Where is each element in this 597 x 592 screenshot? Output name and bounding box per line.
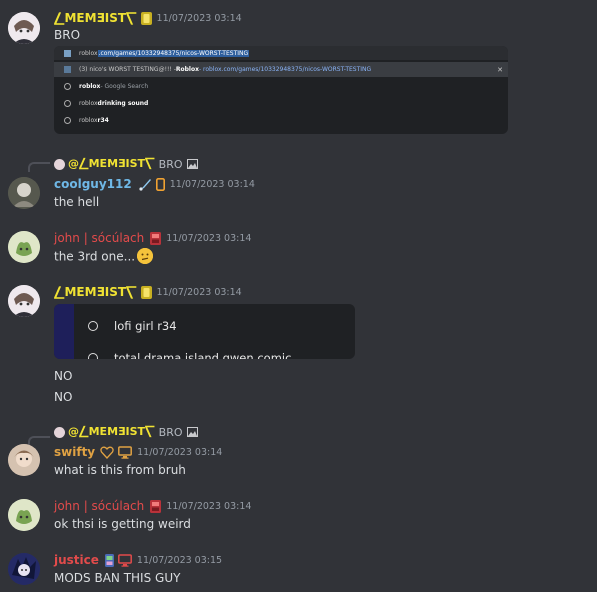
username[interactable]: justice bbox=[54, 553, 99, 567]
role-badge-icon bbox=[150, 231, 162, 245]
reply-preview[interactable]: @⎳MEMƎIST⎲ BRO bbox=[54, 157, 198, 171]
timestamp: 11/07/2023 03:14 bbox=[137, 446, 223, 458]
reply-username[interactable]: @⎳MEMƎIST⎲ bbox=[68, 157, 155, 171]
reply-preview[interactable]: @⎳MEMƎIST⎲ BRO bbox=[54, 425, 198, 439]
suggestion-plain: roblox bbox=[79, 117, 98, 124]
message-header: ⎳MEMƎIST⎲ 11/07/2023 03:14 bbox=[54, 10, 242, 26]
message-header: justice 11/07/2023 03:15 bbox=[54, 552, 222, 568]
tab-icon bbox=[64, 66, 71, 73]
username[interactable]: ⎳MEMƎIST⎲ bbox=[54, 11, 137, 26]
timestamp: 11/07/2023 03:14 bbox=[156, 286, 242, 298]
timestamp: 11/07/2023 03:14 bbox=[166, 500, 252, 512]
username[interactable]: john | sócúlach bbox=[54, 499, 144, 513]
avatar[interactable] bbox=[8, 444, 40, 476]
mobile-icon bbox=[155, 177, 165, 191]
suggestion-url: - roblox.com/games/10332948375/nicos-WOR… bbox=[198, 66, 372, 73]
role-badge-icon bbox=[140, 285, 152, 299]
confused-face-icon bbox=[137, 248, 154, 264]
username[interactable]: swifty bbox=[54, 445, 95, 459]
suggestion-rest: - Google Search bbox=[100, 83, 149, 90]
suggestion-row: (3) nico's WORST TESTING@!!! - Roblox - … bbox=[54, 62, 508, 77]
history-text: total drama island gwen comic bbox=[114, 351, 292, 359]
image-icon bbox=[186, 159, 198, 169]
message-text: BRO bbox=[54, 28, 81, 42]
desktop-icon bbox=[118, 445, 133, 459]
suggestion-prefix: (3) nico's WORST TESTING@!!! - bbox=[79, 66, 176, 73]
message-header: swifty 11/07/2023 03:14 bbox=[54, 444, 222, 460]
role-badge-icon bbox=[150, 499, 162, 513]
message-text: what is this from bruh bbox=[54, 463, 186, 477]
message-body: the 3rd one... bbox=[54, 249, 136, 264]
reply-text: BRO bbox=[158, 425, 183, 439]
message-header: ⎳MEMƎIST⎲ 11/07/2023 03:14 bbox=[54, 284, 242, 300]
heart-icon bbox=[100, 446, 114, 459]
image-stripe bbox=[54, 304, 74, 359]
page-icon bbox=[64, 49, 71, 57]
history-icon bbox=[88, 353, 98, 359]
avatar[interactable] bbox=[8, 499, 40, 531]
close-icon: ✕ bbox=[497, 65, 503, 74]
username[interactable]: john | sócúlach bbox=[54, 231, 144, 245]
timestamp: 11/07/2023 03:14 bbox=[169, 178, 255, 190]
history-icon bbox=[64, 100, 71, 107]
avatar[interactable] bbox=[8, 12, 40, 44]
avatar[interactable] bbox=[8, 285, 40, 317]
search-history-row: lofi girl r34 bbox=[88, 319, 177, 333]
reply-connector bbox=[28, 436, 50, 446]
attached-image-search[interactable]: lofi girl r34 total drama island gwen co… bbox=[54, 304, 355, 359]
history-icon bbox=[88, 321, 98, 331]
message-text: NO bbox=[54, 369, 73, 383]
message-text: ok thsi is getting weird bbox=[54, 517, 191, 531]
suggestion-row: roblox drinking sound bbox=[54, 96, 508, 111]
address-prefix: roblox bbox=[79, 49, 98, 57]
reply-text: BRO bbox=[158, 157, 183, 171]
suggestion-row: roblox - Google Search bbox=[54, 79, 508, 94]
message-text: MODS BAN THIS GUY bbox=[54, 571, 181, 585]
message-header: coolguy112 11/07/2023 03:14 bbox=[54, 176, 255, 192]
suggestion-bold: r34 bbox=[97, 117, 109, 124]
history-icon bbox=[64, 117, 71, 124]
message-header: john | sócúlach 11/07/2023 03:14 bbox=[54, 230, 251, 246]
suggestion-plain: roblox bbox=[79, 100, 98, 107]
search-history-row: total drama island gwen comic bbox=[88, 351, 291, 359]
avatar[interactable] bbox=[8, 553, 40, 585]
avatar[interactable] bbox=[8, 177, 40, 209]
avatar[interactable] bbox=[8, 231, 40, 263]
brush-icon bbox=[138, 178, 152, 191]
role-badge-icon bbox=[140, 11, 152, 25]
suggestion-bold: Roblox bbox=[175, 66, 199, 73]
reply-connector bbox=[28, 162, 50, 172]
attached-image-browser[interactable]: roblox .com/games/10332948375/nicos-WORST… bbox=[54, 46, 508, 134]
message-header: john | sócúlach 11/07/2023 03:14 bbox=[54, 498, 251, 514]
username[interactable]: coolguy112 bbox=[54, 177, 132, 191]
reply-avatar bbox=[54, 158, 65, 170]
suggestion-bold: roblox bbox=[79, 83, 101, 90]
reply-username[interactable]: @⎳MEMƎIST⎲ bbox=[68, 425, 155, 439]
username[interactable]: ⎳MEMƎIST⎲ bbox=[54, 285, 137, 300]
search-icon bbox=[64, 83, 71, 90]
timestamp: 11/07/2023 03:14 bbox=[166, 232, 252, 244]
suggestion-row: roblox r34 bbox=[54, 113, 508, 128]
suggestion-bold: drinking sound bbox=[97, 100, 149, 107]
role-badge-icon bbox=[104, 553, 114, 567]
history-text: lofi girl r34 bbox=[114, 319, 177, 333]
image-icon bbox=[186, 427, 198, 437]
reply-avatar bbox=[54, 426, 65, 438]
timestamp: 11/07/2023 03:15 bbox=[136, 554, 223, 566]
message-text: the hell bbox=[54, 195, 100, 209]
message-text: NO bbox=[54, 390, 73, 404]
timestamp: 11/07/2023 03:14 bbox=[156, 12, 242, 24]
message-text: the 3rd one... bbox=[54, 248, 154, 265]
address-selected: .com/games/10332948375/nicos-WORST-TESTI… bbox=[97, 49, 250, 57]
address-bar: roblox .com/games/10332948375/nicos-WORST… bbox=[54, 46, 508, 60]
desktop-icon bbox=[117, 553, 132, 567]
